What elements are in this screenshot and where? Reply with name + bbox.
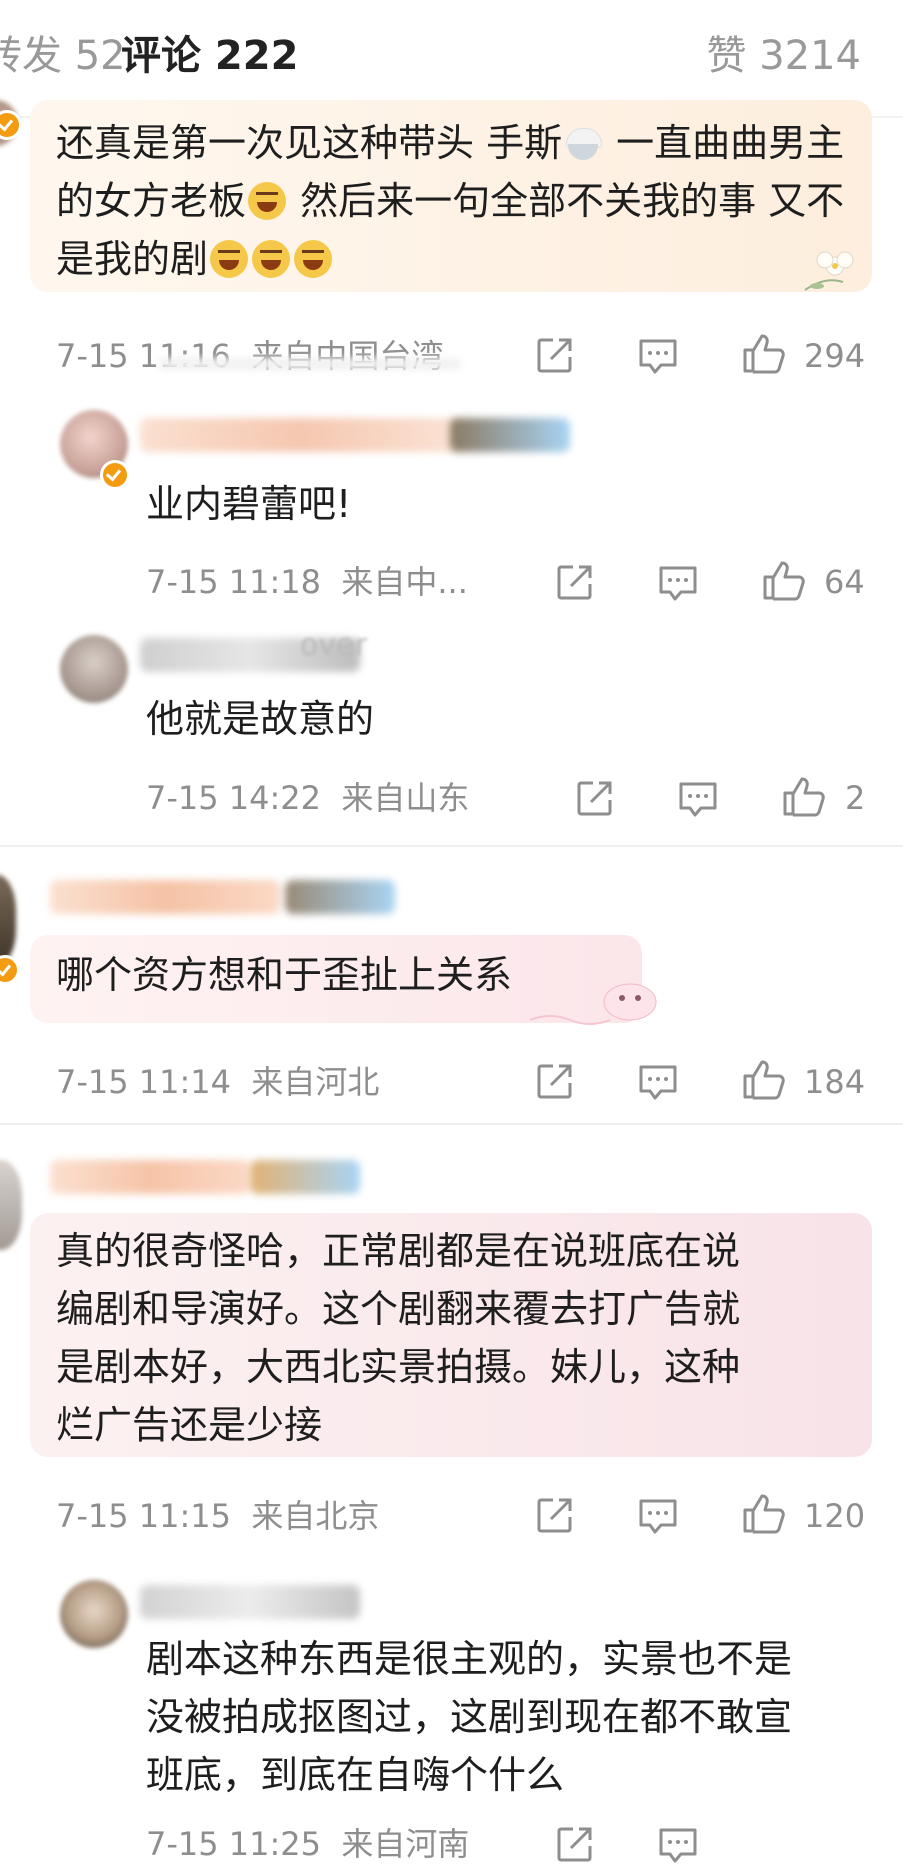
username[interactable] bbox=[50, 1160, 250, 1194]
user-level-badge bbox=[250, 1160, 360, 1194]
comment-icon[interactable] bbox=[657, 1826, 699, 1864]
location: 来自河南 bbox=[341, 1825, 470, 1863]
rice-emoji-icon bbox=[564, 128, 603, 162]
share-icon[interactable] bbox=[535, 335, 575, 375]
comment-meta: 7-15 11:15 来自北京 bbox=[56, 1496, 379, 1536]
share-icon[interactable] bbox=[555, 562, 595, 602]
reply-text: 业内碧蕾吧! bbox=[146, 482, 352, 526]
comment-text: 真的很奇怪哈，正常剧都是在说班底在说 编剧和导演好。这个剧翻来覆去打广告就 是剧… bbox=[56, 1229, 741, 1447]
verified-badge-icon bbox=[100, 460, 130, 490]
like-icon[interactable] bbox=[742, 332, 786, 374]
like-count: 2 bbox=[845, 779, 866, 817]
username[interactable] bbox=[50, 880, 280, 914]
reply-meta: 7-15 11:18 来自中... bbox=[146, 562, 468, 602]
comment-divider bbox=[0, 1123, 903, 1125]
comment-text: 哪个资方想和于歪扯上关系 bbox=[56, 953, 513, 997]
timestamp: 7-15 11:25 bbox=[146, 1825, 322, 1863]
tab-comments[interactable]: 评论 222 bbox=[121, 30, 298, 82]
like-icon[interactable] bbox=[742, 1058, 786, 1100]
tab-likes[interactable]: 赞 3214 bbox=[706, 30, 861, 82]
location: 来自中... bbox=[341, 563, 468, 601]
avatar[interactable] bbox=[0, 875, 16, 965]
reply-meta: 7-15 14:22 来自山东 bbox=[146, 778, 469, 818]
like-count: 120 bbox=[804, 1497, 866, 1535]
like-count: 294 bbox=[804, 337, 866, 375]
username[interactable] bbox=[140, 418, 460, 452]
like-icon[interactable] bbox=[762, 559, 806, 601]
reply-text: 剧本这种东西是很主观的，实景也不是 没被拍成抠图过，这剧到现在都不敢宣 班底，到… bbox=[146, 1637, 793, 1797]
share-icon[interactable] bbox=[535, 1061, 575, 1101]
location: 来自北京 bbox=[251, 1497, 380, 1535]
location: 来自河北 bbox=[251, 1063, 380, 1101]
verified-badge-icon bbox=[0, 110, 22, 140]
comment-text: 还真是第一次见这种带头 手斯 一直曲曲男主的女方老板 然后来一句全部不关我的事 … bbox=[56, 121, 845, 281]
blurred-overlay bbox=[160, 358, 460, 370]
user-level-badge bbox=[285, 880, 395, 914]
reply-text: 他就是故意的 bbox=[146, 697, 375, 741]
comment-divider bbox=[0, 845, 903, 847]
comment-icon[interactable] bbox=[637, 337, 679, 375]
comment-icon[interactable] bbox=[637, 1063, 679, 1101]
comment-meta: 7-15 11:16 来自中国台湾 bbox=[56, 336, 443, 376]
laughing-emoji-icon bbox=[252, 240, 291, 278]
timestamp: 7-15 11:15 bbox=[56, 1497, 232, 1535]
share-icon[interactable] bbox=[535, 1495, 575, 1535]
laughing-emoji-icon bbox=[248, 182, 287, 220]
laughing-emoji-icon bbox=[210, 240, 249, 278]
username-tail: over bbox=[300, 628, 367, 663]
comment-meta: 7-15 11:14 来自河北 bbox=[56, 1062, 379, 1102]
avatar[interactable] bbox=[60, 1580, 128, 1648]
comment-icon[interactable] bbox=[677, 780, 719, 818]
comment-icon[interactable] bbox=[657, 564, 699, 602]
reply-meta: 7-15 11:25 来自河南 bbox=[146, 1824, 469, 1864]
like-icon[interactable] bbox=[742, 1492, 786, 1534]
share-icon[interactable] bbox=[575, 778, 615, 818]
timestamp: 7-15 11:14 bbox=[56, 1063, 232, 1101]
timestamp: 7-15 14:22 bbox=[146, 779, 322, 817]
tab-reposts[interactable]: 转发 52 bbox=[0, 30, 126, 82]
timestamp: 7-15 11:18 bbox=[146, 563, 322, 601]
user-level-badge bbox=[450, 418, 570, 452]
share-icon[interactable] bbox=[555, 1824, 595, 1864]
laughing-emoji-icon bbox=[294, 240, 333, 278]
like-icon[interactable] bbox=[782, 775, 826, 817]
location: 来自山东 bbox=[341, 779, 470, 817]
comment-tab-bar: 转发 52 评论 222 赞 3214 bbox=[0, 0, 903, 112]
avatar[interactable] bbox=[60, 635, 128, 703]
username[interactable] bbox=[140, 1585, 360, 1619]
sticker-decoration-icon bbox=[529, 983, 657, 1025]
comment-icon[interactable] bbox=[637, 1497, 679, 1535]
verified-badge-icon bbox=[0, 955, 20, 985]
like-count: 184 bbox=[804, 1063, 866, 1101]
like-count: 64 bbox=[824, 563, 865, 601]
avatar[interactable] bbox=[0, 1160, 22, 1250]
